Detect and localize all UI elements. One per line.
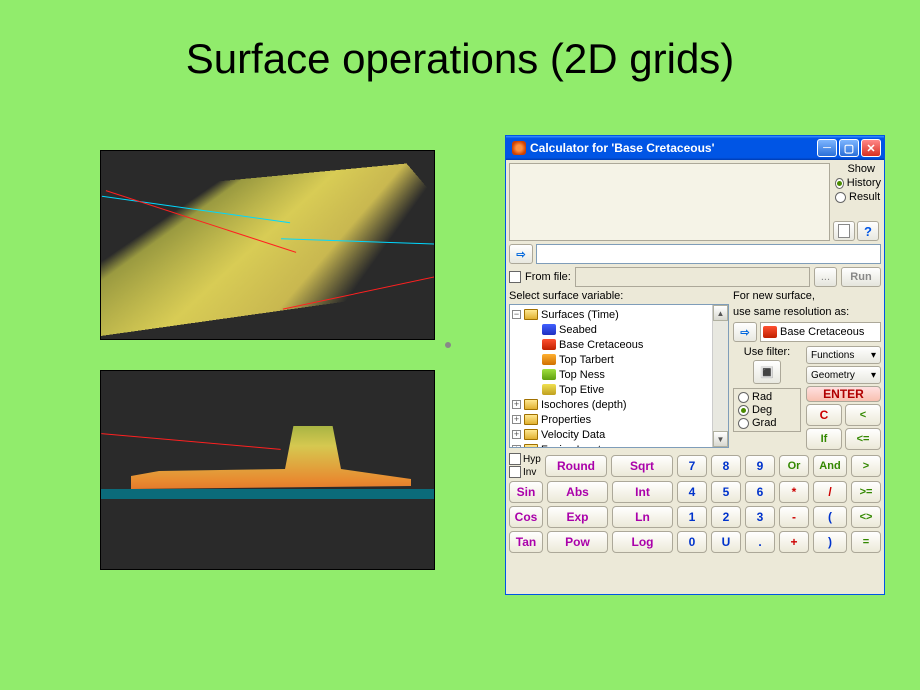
ge-button[interactable]: >= [851, 481, 881, 503]
clear-button[interactable]: C [806, 404, 842, 426]
expression-input[interactable] [536, 244, 881, 264]
key-4[interactable]: 4 [677, 481, 707, 503]
div-button[interactable]: / [813, 481, 847, 503]
abs-button[interactable]: Abs [547, 481, 608, 503]
filter-label: Use filter: [733, 346, 801, 358]
hyp-checkbox[interactable]: Hyp [509, 453, 541, 465]
key-0[interactable]: 0 [677, 531, 707, 553]
cos-button[interactable]: Cos [509, 506, 543, 528]
surface-preview-2 [100, 370, 435, 570]
bullet-dot [445, 342, 451, 348]
from-file-label: From file: [525, 271, 571, 283]
key-3[interactable]: 3 [745, 506, 775, 528]
resolution-surface[interactable]: Base Cretaceous [760, 322, 881, 342]
surface-tree[interactable]: −Surfaces (Time) Seabed Base Cretaceous … [509, 304, 729, 448]
minimize-button[interactable]: ─ [817, 139, 837, 157]
geometry-dropdown[interactable]: Geometry▾ [806, 366, 881, 384]
key-6[interactable]: 6 [745, 481, 775, 503]
sub-button[interactable]: - [779, 506, 809, 528]
log-button[interactable]: Log [612, 531, 673, 553]
show-label: Show [833, 163, 881, 175]
keypad: Hyp Inv Round Sqrt 7 8 9 Or And > Sin Ab… [509, 451, 881, 553]
app-icon [512, 141, 526, 155]
functions-dropdown[interactable]: Functions▾ [806, 346, 881, 364]
or-button[interactable]: Or [779, 455, 809, 477]
help-button[interactable]: ? [857, 221, 879, 241]
key-dot[interactable]: . [745, 531, 775, 553]
ne-button[interactable]: <> [851, 506, 881, 528]
gt-button[interactable]: > [851, 455, 881, 477]
titlebar[interactable]: Calculator for 'Base Cretaceous' ─ ▢ ✕ [506, 136, 884, 160]
units-deg[interactable]: Deg [736, 404, 798, 416]
tree-scrollbar[interactable]: ▲▼ [712, 305, 728, 447]
key-u[interactable]: U [711, 531, 741, 553]
add-button[interactable]: + [779, 531, 809, 553]
inv-checkbox[interactable]: Inv [509, 466, 541, 478]
maximize-button[interactable]: ▢ [839, 139, 859, 157]
lt-button[interactable]: < [845, 404, 881, 426]
run-button[interactable]: Run [841, 267, 881, 287]
key-2[interactable]: 2 [711, 506, 741, 528]
units-grad[interactable]: Grad [736, 417, 798, 429]
int-button[interactable]: Int [612, 481, 673, 503]
from-file-checkbox[interactable] [509, 271, 521, 283]
surface-preview-1 [100, 150, 435, 340]
tan-button[interactable]: Tan [509, 531, 543, 553]
resolution-assign-button[interactable]: ⇨ [733, 322, 757, 342]
units-rad[interactable]: Rad [736, 391, 798, 403]
key-5[interactable]: 5 [711, 481, 741, 503]
expression-area[interactable] [509, 163, 830, 241]
resolution-label-1: For new surface, [733, 290, 881, 302]
key-7[interactable]: 7 [677, 455, 707, 477]
lparen-button[interactable]: ( [813, 506, 847, 528]
slide-title: Surface operations (2D grids) [0, 0, 920, 83]
round-button[interactable]: Round [545, 455, 607, 477]
filter-button[interactable]: 🔳 [753, 360, 781, 384]
mul-button[interactable]: * [779, 481, 809, 503]
and-button[interactable]: And [813, 455, 847, 477]
resolution-label-2: use same resolution as: [733, 306, 881, 318]
tree-label: Select surface variable: [509, 290, 729, 302]
if-button[interactable]: If [806, 428, 842, 450]
sin-button[interactable]: Sin [509, 481, 543, 503]
pow-button[interactable]: Pow [547, 531, 608, 553]
paste-button[interactable] [833, 221, 855, 241]
show-result-radio[interactable]: Result [833, 191, 881, 203]
enter-button[interactable]: ENTER [806, 386, 881, 402]
file-path-input[interactable] [575, 267, 810, 287]
rparen-button[interactable]: ) [813, 531, 847, 553]
eq-button[interactable]: = [851, 531, 881, 553]
assign-arrow-button[interactable]: ⇨ [509, 244, 533, 264]
key-8[interactable]: 8 [711, 455, 741, 477]
sqrt-button[interactable]: Sqrt [611, 455, 673, 477]
close-button[interactable]: ✕ [861, 139, 881, 157]
le-button[interactable]: <= [845, 428, 881, 450]
key-1[interactable]: 1 [677, 506, 707, 528]
window-title: Calculator for 'Base Cretaceous' [530, 141, 815, 155]
key-9[interactable]: 9 [745, 455, 775, 477]
calculator-window: Calculator for 'Base Cretaceous' ─ ▢ ✕ S… [505, 135, 885, 595]
show-history-radio[interactable]: History [833, 177, 881, 189]
browse-button[interactable]: ... [814, 267, 837, 287]
ln-button[interactable]: Ln [612, 506, 673, 528]
exp-button[interactable]: Exp [547, 506, 608, 528]
